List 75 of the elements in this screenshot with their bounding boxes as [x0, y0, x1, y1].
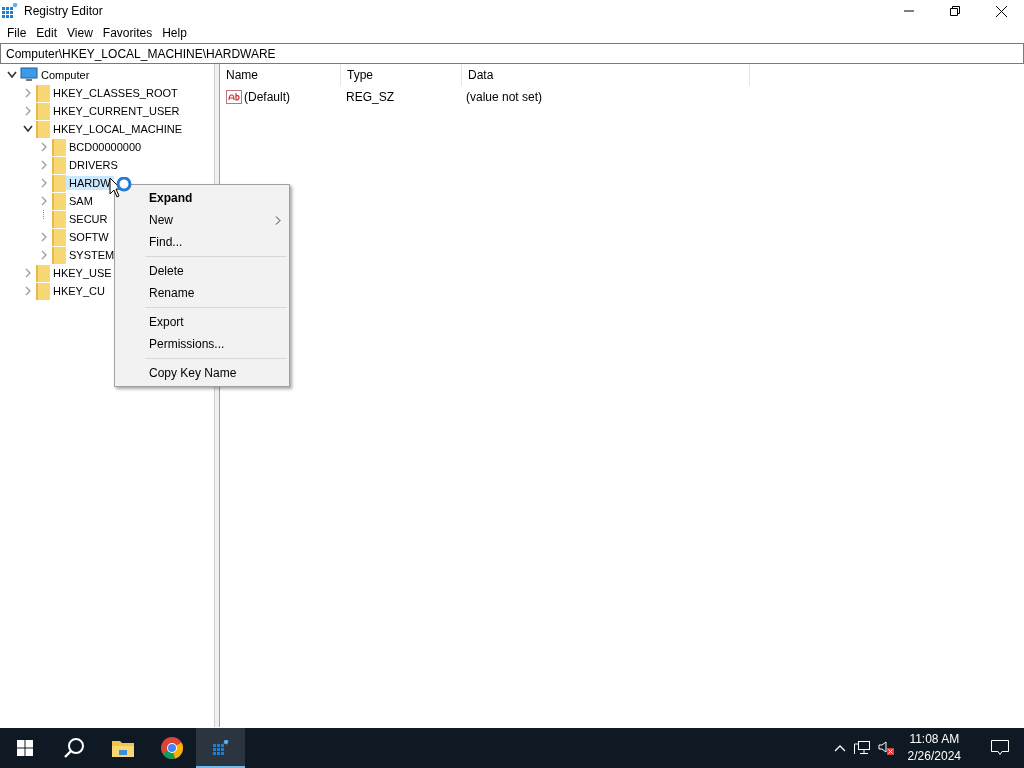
registry-icon [212, 740, 229, 756]
column-header[interactable]: Type [341, 64, 462, 86]
tree-item[interactable]: Computer [38, 68, 93, 82]
expand-chevron-icon[interactable] [23, 268, 33, 278]
folder-icon [52, 210, 66, 228]
clock-date[interactable]: 2/26/2024 [907, 748, 961, 765]
menu-item[interactable]: File [2, 25, 32, 40]
tree-item[interactable]: HKEY_CLASSES_ROOT [50, 86, 181, 100]
expand-chevron-icon[interactable] [23, 88, 33, 98]
folder-icon [52, 156, 66, 174]
value-data: (value not set) [465, 90, 544, 104]
tree-item[interactable]: DRIVERS [66, 158, 121, 172]
tree-item[interactable]: SAM [66, 194, 96, 208]
value-name: (Default) [244, 90, 290, 104]
expand-chevron-icon[interactable] [39, 232, 49, 242]
tree-item[interactable]: BCD00000000 [66, 140, 145, 154]
expand-chevron-icon[interactable] [23, 286, 33, 296]
folder-icon [36, 120, 50, 138]
tree-item[interactable]: SOFTW [66, 230, 112, 244]
context-menu-item[interactable]: Find... [115, 231, 289, 253]
tree-item[interactable]: HKEY_USE [50, 266, 115, 280]
folder-icon [52, 192, 66, 210]
app-icon [2, 3, 18, 19]
notification-icon [990, 740, 1009, 756]
tree-item[interactable]: SECUR [66, 212, 111, 226]
expand-chevron-icon[interactable] [23, 106, 33, 116]
folder-icon [36, 282, 50, 300]
restore-icon [950, 6, 960, 16]
folder-icon [52, 228, 66, 246]
chevron-up-icon[interactable] [833, 744, 846, 752]
tree-item[interactable]: HKEY_CU [50, 284, 108, 298]
tree-item[interactable]: HKEY_CURRENT_USER [50, 104, 183, 118]
clock-time[interactable]: 11:08 AM [909, 731, 960, 748]
context-menu-item[interactable]: Rename [115, 282, 289, 304]
tree-item[interactable]: HKEY_LOCAL_MACHINE [50, 122, 185, 136]
expand-chevron-icon[interactable] [39, 196, 49, 206]
context-menu-item[interactable]: Permissions... [115, 333, 289, 355]
menu-item[interactable]: Help [157, 25, 192, 40]
computer-icon [20, 67, 38, 83]
expand-chevron-icon[interactable] [39, 178, 49, 188]
close-icon [995, 5, 1007, 17]
folder-icon [36, 264, 50, 282]
value-type: REG_SZ [345, 90, 395, 104]
menu-item[interactable]: Edit [31, 25, 63, 40]
folder-icon [52, 246, 66, 264]
address-bar[interactable]: Computer\HKEY_LOCAL_MACHINE\HARDWARE [0, 43, 1024, 64]
context-menu-item[interactable]: Expand [115, 187, 289, 209]
folder-icon [52, 174, 66, 192]
muted-speaker-icon[interactable] [877, 741, 894, 755]
menu-item[interactable]: View [62, 25, 98, 40]
folder-icon [36, 84, 50, 102]
windows-logo-icon [16, 740, 33, 756]
context-menu-item[interactable]: Export [115, 311, 289, 333]
tree-item[interactable]: HARDW [66, 176, 114, 190]
folder-icon [111, 739, 134, 757]
tree-item[interactable]: SYSTEM [66, 248, 118, 262]
network-icon[interactable] [853, 741, 870, 755]
context-menu-item[interactable]: Copy Key Name [115, 362, 289, 384]
column-header[interactable]: Name [220, 64, 341, 86]
expand-chevron-icon[interactable] [39, 160, 49, 170]
folder-icon [36, 102, 50, 120]
window-title: Registry Editor [24, 4, 103, 18]
expand-chevron-icon[interactable] [39, 250, 49, 260]
menu-item[interactable]: Favorites [97, 25, 158, 40]
search-icon [62, 737, 85, 759]
string-value-icon [226, 90, 242, 104]
column-header[interactable]: Data [462, 64, 750, 86]
context-menu-item[interactable]: Delete [115, 260, 289, 282]
context-menu-item[interactable]: New [115, 209, 289, 231]
taskbar-button[interactable] [196, 728, 245, 768]
folder-icon [52, 138, 66, 156]
browser-icon [159, 736, 184, 760]
expand-chevron-icon[interactable] [39, 142, 49, 152]
collapse-chevron-icon[interactable] [7, 70, 17, 80]
collapse-chevron-icon[interactable] [23, 124, 33, 134]
